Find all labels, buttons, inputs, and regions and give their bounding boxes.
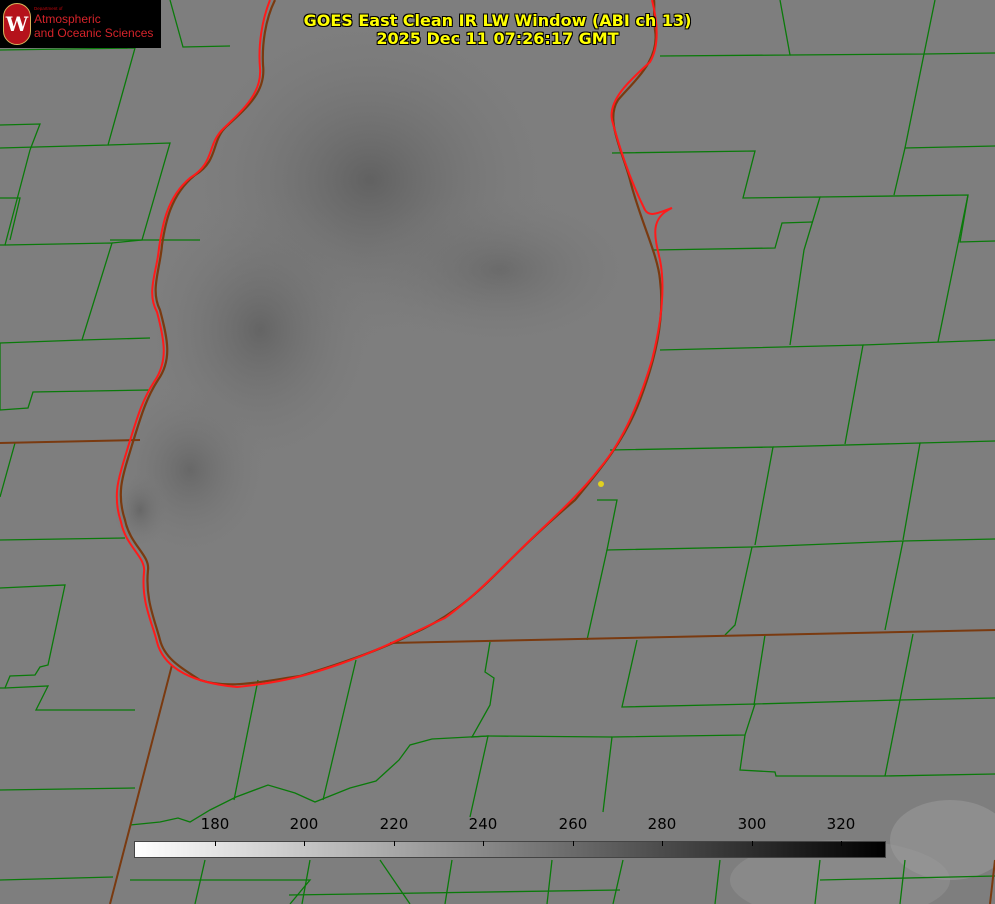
map-title: GOES East Clean IR LW Window (ABI ch 13) (303, 11, 692, 30)
colorbar-tick-mark (215, 841, 216, 846)
colorbar-tick-mark (752, 841, 753, 846)
colorbar-tick-label: 200 (289, 815, 319, 833)
colorbar-tick-mark (573, 841, 574, 846)
colorbar-tick-label: 260 (558, 815, 588, 833)
colorbar-tick-label: 220 (379, 815, 409, 833)
colorbar-tick-mark (662, 841, 663, 846)
map-timestamp: 2025 Dec 11 07:26:17 GMT (376, 29, 619, 48)
colorbar-tick-mark (483, 841, 484, 846)
colorbar-tick-mark (394, 841, 395, 846)
temperature-colorbar (134, 841, 886, 858)
colorbar-tick-label: 320 (826, 815, 856, 833)
colorbar-tick-mark (841, 841, 842, 846)
location-marker (598, 481, 604, 487)
colorbar-tick-label: 180 (200, 815, 230, 833)
colorbar-tick-label: 300 (737, 815, 767, 833)
colorbar-tick-label: 240 (468, 815, 498, 833)
colorbar-tick-label: 280 (647, 815, 677, 833)
ir-satellite-map (0, 0, 995, 904)
colorbar-tick-mark (304, 841, 305, 846)
